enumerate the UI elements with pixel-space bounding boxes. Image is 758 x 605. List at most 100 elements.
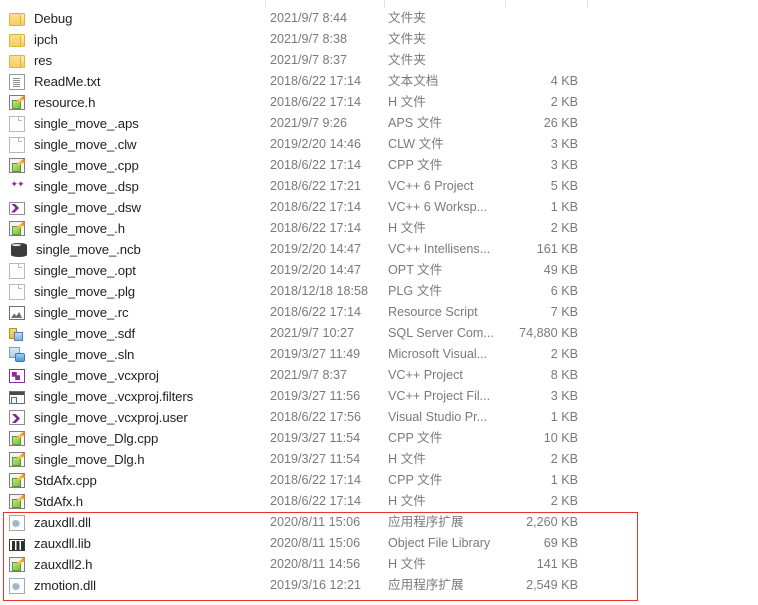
resource-script-icon xyxy=(9,306,25,320)
table-row[interactable]: single_move_Dlg.cpp 2019/3/27 11:54 CPP 文件… xyxy=(0,428,758,449)
file-type: APS 文件 xyxy=(388,116,442,130)
file-name-cell[interactable]: resource.h xyxy=(0,92,95,113)
source-file-icon xyxy=(9,557,25,572)
file-size: 2,549 KB xyxy=(526,578,578,592)
table-row[interactable]: single_move_.vcxproj.user 2018/6/22 17:56… xyxy=(0,407,758,428)
file-name-cell[interactable]: single_move_.vcxproj.filters xyxy=(0,386,193,407)
table-row[interactable]: single_move_.sdf 2021/9/7 10:27 SQL Server… xyxy=(0,323,758,344)
file-name-cell[interactable]: single_move_.opt xyxy=(0,260,136,281)
blank-page-icon xyxy=(9,136,25,153)
table-row[interactable]: zauxdll.dll 2020/8/11 15:06 应用程序扩展 2,260 KB xyxy=(0,512,758,533)
file-name-cell[interactable]: ipch xyxy=(0,29,58,50)
file-size: 10 KB xyxy=(543,431,578,445)
file-name-label: StdAfx.cpp xyxy=(34,473,97,488)
file-modified-date: 2018/6/22 17:14 xyxy=(270,158,362,172)
file-name-cell[interactable]: single_move_.rc xyxy=(0,302,129,323)
source-file-icon xyxy=(9,95,25,110)
file-name-label: zmotion.dll xyxy=(34,578,96,593)
file-modified-date: 2019/3/27 11:49 xyxy=(270,347,361,361)
file-modified-date: 2020/8/11 14:56 xyxy=(270,557,361,571)
file-name-cell[interactable]: single_move_.h xyxy=(0,218,125,239)
file-name-cell[interactable]: single_move_.vcxproj.user xyxy=(0,407,188,428)
table-row[interactable]: res 2021/9/7 8:37 文件夹 xyxy=(0,50,758,71)
table-row[interactable]: single_move_.vcxproj 2021/9/7 8:37 VC++ Pr… xyxy=(0,365,758,386)
file-name-cell[interactable]: single_move_.ncb xyxy=(0,239,141,260)
table-row[interactable]: single_move_.rc 2018/6/22 17:14 Resource S… xyxy=(0,302,758,323)
file-name-label: single_move_.dsp xyxy=(34,179,139,194)
file-name-cell[interactable]: single_move_.dsw xyxy=(0,197,141,218)
table-row[interactable]: ipch 2021/9/7 8:38 文件夹 xyxy=(0,29,758,50)
dll-icon xyxy=(9,577,25,594)
file-size: 7 KB xyxy=(550,305,578,319)
table-row[interactable]: resource.h 2018/6/22 17:14 H 文件 2 KB xyxy=(0,92,758,113)
file-size: 1 KB xyxy=(550,200,578,214)
file-type: H 文件 xyxy=(388,557,426,571)
file-size: 141 KB xyxy=(536,557,578,571)
table-row[interactable]: Debug 2021/9/7 8:44 文件夹 xyxy=(0,8,758,29)
file-name-cell[interactable]: single_move_.clw xyxy=(0,134,137,155)
table-row[interactable]: single_move_.cpp 2018/6/22 17:14 CPP 文件 3 K… xyxy=(0,155,758,176)
file-name-cell[interactable]: StdAfx.h xyxy=(0,491,83,512)
file-name-cell[interactable]: zauxdll2.h xyxy=(0,554,92,575)
file-modified-date: 2019/2/20 14:47 xyxy=(270,263,362,277)
table-row[interactable]: single_move_.clw 2019/2/20 14:46 CLW 文件 3 K… xyxy=(0,134,758,155)
file-name-cell[interactable]: single_move_.sdf xyxy=(0,323,135,344)
file-name-cell[interactable]: res xyxy=(0,50,52,71)
table-row[interactable]: zmotion.dll 2019/3/16 12:21 应用程序扩展 2,549 KB xyxy=(0,575,758,596)
table-row[interactable]: single_move_.ncb 2019/2/20 14:47 VC++ Inte… xyxy=(0,239,758,260)
file-name-cell[interactable]: single_move_.sln xyxy=(0,344,134,365)
file-name-label: single_move_.sdf xyxy=(34,326,136,341)
table-row[interactable]: StdAfx.cpp 2018/6/22 17:14 CPP 文件 1 KB xyxy=(0,470,758,491)
file-name-cell[interactable]: StdAfx.cpp xyxy=(0,470,97,491)
file-modified-date: 2020/8/11 15:06 xyxy=(270,536,361,550)
table-row[interactable]: single_move_.dsp2018/6/22 17:21VC++ 6 Pr… xyxy=(0,176,758,197)
text-document-icon xyxy=(9,73,25,90)
table-row[interactable]: single_move_.dsw 2018/6/22 17:14 VC++ 6 Wo… xyxy=(0,197,758,218)
file-name-cell[interactable]: zauxdll.lib xyxy=(0,533,91,554)
file-size: 1 KB xyxy=(550,410,578,424)
file-size: 6 KB xyxy=(550,284,578,298)
blank-page-icon xyxy=(9,115,25,132)
file-type: CPP 文件 xyxy=(388,431,443,445)
table-row[interactable]: StdAfx.h 2018/6/22 17:14 H 文件 2 KB xyxy=(0,491,758,512)
file-modified-date: 2018/6/22 17:14 xyxy=(270,221,362,235)
file-name-cell[interactable]: zauxdll.dll xyxy=(0,512,91,533)
file-name-label: single_move_.h xyxy=(34,221,125,236)
file-name-cell[interactable]: Debug xyxy=(0,8,72,29)
table-row[interactable]: single_move_.plg 2018/12/18 18:58 PLG 文件 6 … xyxy=(0,281,758,302)
file-type: CLW 文件 xyxy=(388,137,444,151)
file-type: 文件夹 xyxy=(388,11,426,25)
file-name-cell[interactable]: single_move_Dlg.cpp xyxy=(0,428,158,449)
file-name-label: single_move_.opt xyxy=(34,263,136,278)
file-name-cell[interactable]: single_move_.plg xyxy=(0,281,135,302)
file-name-label: single_move_Dlg.cpp xyxy=(34,431,159,446)
file-name-cell[interactable]: ReadMe.txt xyxy=(0,71,101,92)
table-row[interactable]: zauxdll.lib 2020/8/11 15:06 Object File Li… xyxy=(0,533,758,554)
file-modified-date: 2018/6/22 17:14 xyxy=(270,473,362,487)
file-size: 69 KB xyxy=(543,536,578,550)
table-row[interactable]: single_move_.sln 2019/3/27 11:49 Microsoft… xyxy=(0,344,758,365)
file-modified-date: 2018/12/18 18:58 xyxy=(270,284,369,298)
file-modified-date: 2021/9/7 8:37 xyxy=(270,368,348,382)
table-row[interactable]: single_move_.vcxproj.filters 2019/3/27 11… xyxy=(0,386,758,407)
file-name-label: single_move_.cpp xyxy=(34,158,139,173)
table-row[interactable]: ReadMe.txt 2018/6/22 17:14 文本文档 4 KB xyxy=(0,71,758,92)
file-name-label: ReadMe.txt xyxy=(34,74,101,89)
vcxproj-icon xyxy=(9,369,25,383)
table-row[interactable]: single_move_.h 2018/6/22 17:14 H 文件 2 KB xyxy=(0,218,758,239)
file-name-cell[interactable]: single_move_Dlg.h xyxy=(0,449,145,470)
file-name-cell[interactable]: single_move_.aps xyxy=(0,113,139,134)
table-row[interactable]: single_move_.aps 2021/9/7 9:26 APS 文件 26 KB xyxy=(0,113,758,134)
file-list[interactable]: Debug 2021/9/7 8:44 文件夹 ipch 2021/9/7 8:38 文件… xyxy=(0,8,758,596)
file-modified-date: 2021/9/7 8:37 xyxy=(270,53,348,67)
file-name-label: ipch xyxy=(34,32,58,47)
file-name-label: single_move_.ncb xyxy=(36,242,141,257)
table-row[interactable]: single_move_.opt 2019/2/20 14:47 OPT 文件 49 … xyxy=(0,260,758,281)
file-name-cell[interactable]: zmotion.dll xyxy=(0,575,96,596)
table-row[interactable]: zauxdll2.h 2020/8/11 14:56 H 文件 141 KB xyxy=(0,554,758,575)
file-name-cell[interactable]: single_move_.vcxproj xyxy=(0,365,159,386)
file-name-cell[interactable]: single_move_.cpp xyxy=(0,155,139,176)
file-name-label: single_move_.vcxproj.filters xyxy=(34,389,194,404)
table-row[interactable]: single_move_Dlg.h 2019/3/27 11:54 H 文件 2 KB xyxy=(0,449,758,470)
file-name-cell[interactable]: single_move_.dsp xyxy=(0,176,139,197)
